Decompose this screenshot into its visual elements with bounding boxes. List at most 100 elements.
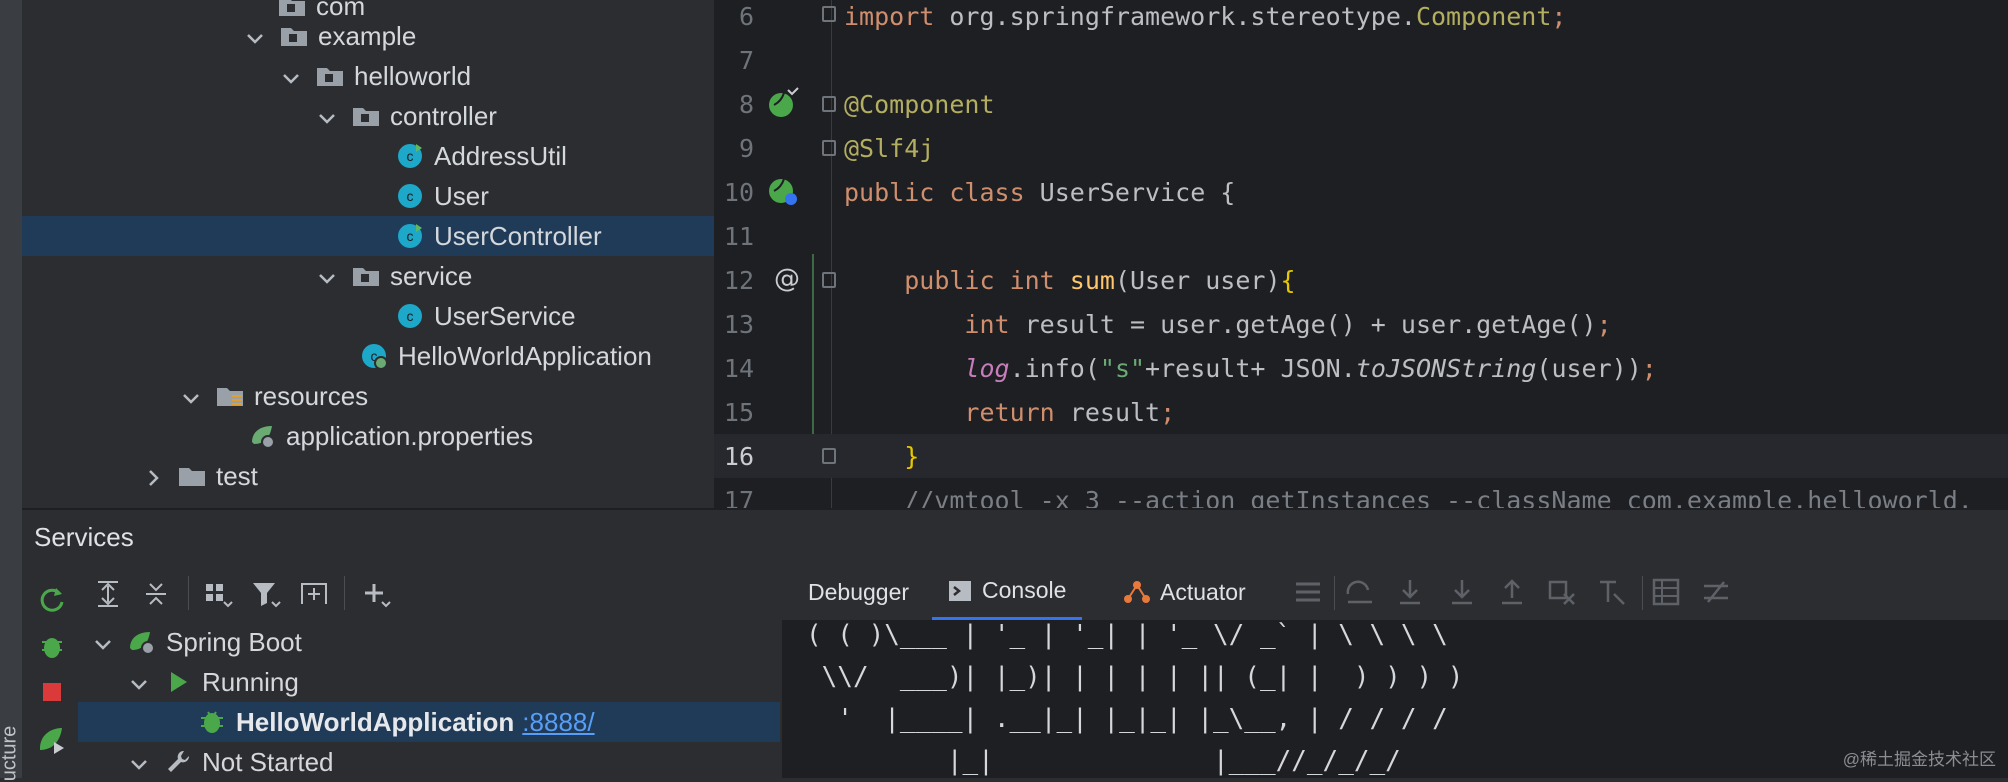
spring-bean-gutter-icon[interactable] [766, 174, 800, 208]
group-by-icon[interactable] [202, 578, 234, 610]
services-title: Services [34, 522, 134, 552]
fold-icon[interactable] [822, 448, 836, 464]
drop-frame-icon[interactable] [1546, 576, 1578, 608]
service-item-selected[interactable]: HelloWorldApplication :8888/ [78, 702, 780, 742]
console-icon [949, 580, 971, 601]
code-line[interactable]: 9 @Slf4j [714, 126, 2008, 170]
code-line-current[interactable]: 16 } [714, 434, 2008, 478]
fold-icon[interactable] [822, 96, 836, 112]
line-number: 6 [738, 1, 754, 31]
code-line[interactable]: 10 public class UserService { [714, 170, 2008, 214]
chevron-down-icon[interactable] [316, 265, 338, 287]
rerun-icon[interactable] [36, 584, 68, 616]
code-text: @Slf4j [844, 133, 935, 163]
resources-folder-icon [217, 388, 243, 406]
console-line: \\/ ___)| |_)| | | | | || (_| | ) ) ) ) [806, 662, 1464, 692]
structure-tool-label[interactable]: ucture [0, 726, 21, 782]
tree-row[interactable]: test [22, 456, 714, 496]
stop-icon[interactable] [36, 676, 68, 708]
force-step-into-icon[interactable] [1446, 576, 1478, 608]
line-number: 9 [738, 133, 754, 163]
service-label: Spring Boot [166, 626, 302, 657]
step-over-icon[interactable] [1344, 576, 1376, 608]
run-to-cursor-icon[interactable] [1596, 576, 1628, 608]
console-output[interactable]: ( ( )\___ | '_ | '_| | '_ \/ _` | \ \ \ … [782, 620, 2008, 778]
tree-row[interactable]: resources [22, 376, 714, 416]
tab-debugger[interactable]: Debugger [808, 564, 909, 620]
chevron-down-icon[interactable] [92, 631, 114, 653]
code-line[interactable]: 11 [714, 214, 2008, 258]
services-side-toolbar [22, 564, 78, 778]
service-group-spring-boot[interactable]: Spring Boot [78, 622, 780, 662]
code-line[interactable]: 8 @Component [714, 82, 2008, 126]
layout-icon[interactable] [1292, 576, 1324, 608]
tree-row[interactable]: service [22, 256, 714, 296]
debug-bug-icon [201, 711, 223, 733]
tab-label: Debugger [808, 578, 910, 605]
spring-bean-gutter-icon[interactable] [766, 86, 800, 120]
class-icon: c [398, 224, 422, 248]
chevron-down-icon[interactable] [180, 385, 202, 407]
code-line[interactable]: 17 //vmtool -x 3 --action getInstances -… [714, 478, 2008, 509]
code-line[interactable]: 15 return result; [714, 390, 2008, 434]
console-line: ( ( )\___ | '_ | '_| | '_ \/ _` | \ \ \ … [806, 620, 1448, 650]
step-out-icon[interactable] [1496, 576, 1528, 608]
line-number: 12 [723, 265, 754, 295]
fold-icon[interactable] [822, 272, 836, 288]
code-editor[interactable]: 6 import org.springframework.stereotype.… [714, 0, 2008, 508]
tab-label: Console [982, 577, 1067, 603]
port-link[interactable]: :8888/ [522, 707, 594, 738]
evaluate-icon[interactable] [1650, 576, 1682, 608]
expand-all-icon[interactable] [92, 578, 124, 610]
folder-icon [281, 28, 307, 46]
tree-row[interactable]: example [22, 16, 714, 56]
code-line[interactable]: 13 int result = user.getAge() + user.get… [714, 302, 2008, 346]
tree-label: helloworld [354, 60, 472, 91]
tab-actuator[interactable]: Actuator [1122, 564, 1246, 620]
tree-row[interactable]: controller [22, 96, 714, 136]
service-group-not-started[interactable]: Not Started [78, 742, 780, 782]
tree-row-selected[interactable]: c UserController [22, 216, 714, 256]
tree-label: test [216, 460, 258, 491]
collapse-all-icon[interactable] [140, 578, 172, 610]
tree-label: example [318, 20, 417, 51]
tree-row[interactable]: c AddressUtil [22, 136, 714, 176]
fold-icon[interactable] [822, 6, 836, 22]
tree-row[interactable]: application.properties [22, 416, 714, 456]
code-line[interactable]: 14 log.info("s"+result+ JSON.toJSONStrin… [714, 346, 2008, 390]
tree-row[interactable]: c UserService [22, 296, 714, 336]
new-tab-icon[interactable] [298, 578, 330, 610]
debug-icon[interactable] [36, 630, 68, 662]
tree-label: service [390, 260, 473, 291]
folder-icon [353, 108, 379, 126]
tab-console[interactable]: Console [932, 564, 1083, 620]
tab-label: Actuator [1160, 578, 1246, 605]
chevron-down-icon[interactable] [280, 65, 302, 87]
chevron-down-icon[interactable] [128, 751, 150, 773]
add-service-icon[interactable] [360, 578, 392, 610]
service-group-running[interactable]: Running [78, 662, 780, 702]
code-line[interactable]: 6 import org.springframework.stereotype.… [714, 0, 2008, 38]
fold-icon[interactable] [822, 140, 836, 156]
tree-label: UserController [434, 220, 602, 251]
spring-run-icon[interactable] [36, 724, 68, 756]
tree-row[interactable]: c User [22, 176, 714, 216]
tree-row[interactable]: helloworld [22, 56, 714, 96]
folder-icon [179, 468, 205, 486]
chevron-down-icon[interactable] [316, 105, 338, 127]
trace-icon[interactable] [1700, 576, 1732, 608]
tree-label: application.properties [286, 420, 534, 451]
tree-row[interactable]: c HelloWorldApplication [22, 336, 714, 376]
spring-class-icon: c [362, 344, 388, 370]
code-line[interactable]: 12 @ public int sum(User user){ [714, 258, 2008, 302]
filter-icon[interactable] [250, 578, 282, 610]
code-line[interactable]: 7 [714, 38, 2008, 82]
line-number: 17 [723, 485, 754, 509]
chevron-down-icon[interactable] [244, 25, 266, 47]
line-number: 8 [738, 89, 754, 119]
folder-icon [353, 268, 379, 286]
step-into-icon[interactable] [1394, 576, 1426, 608]
chevron-down-icon[interactable] [128, 671, 150, 693]
at-override-icon[interactable]: @ [774, 264, 800, 294]
chevron-right-icon[interactable] [142, 465, 164, 487]
